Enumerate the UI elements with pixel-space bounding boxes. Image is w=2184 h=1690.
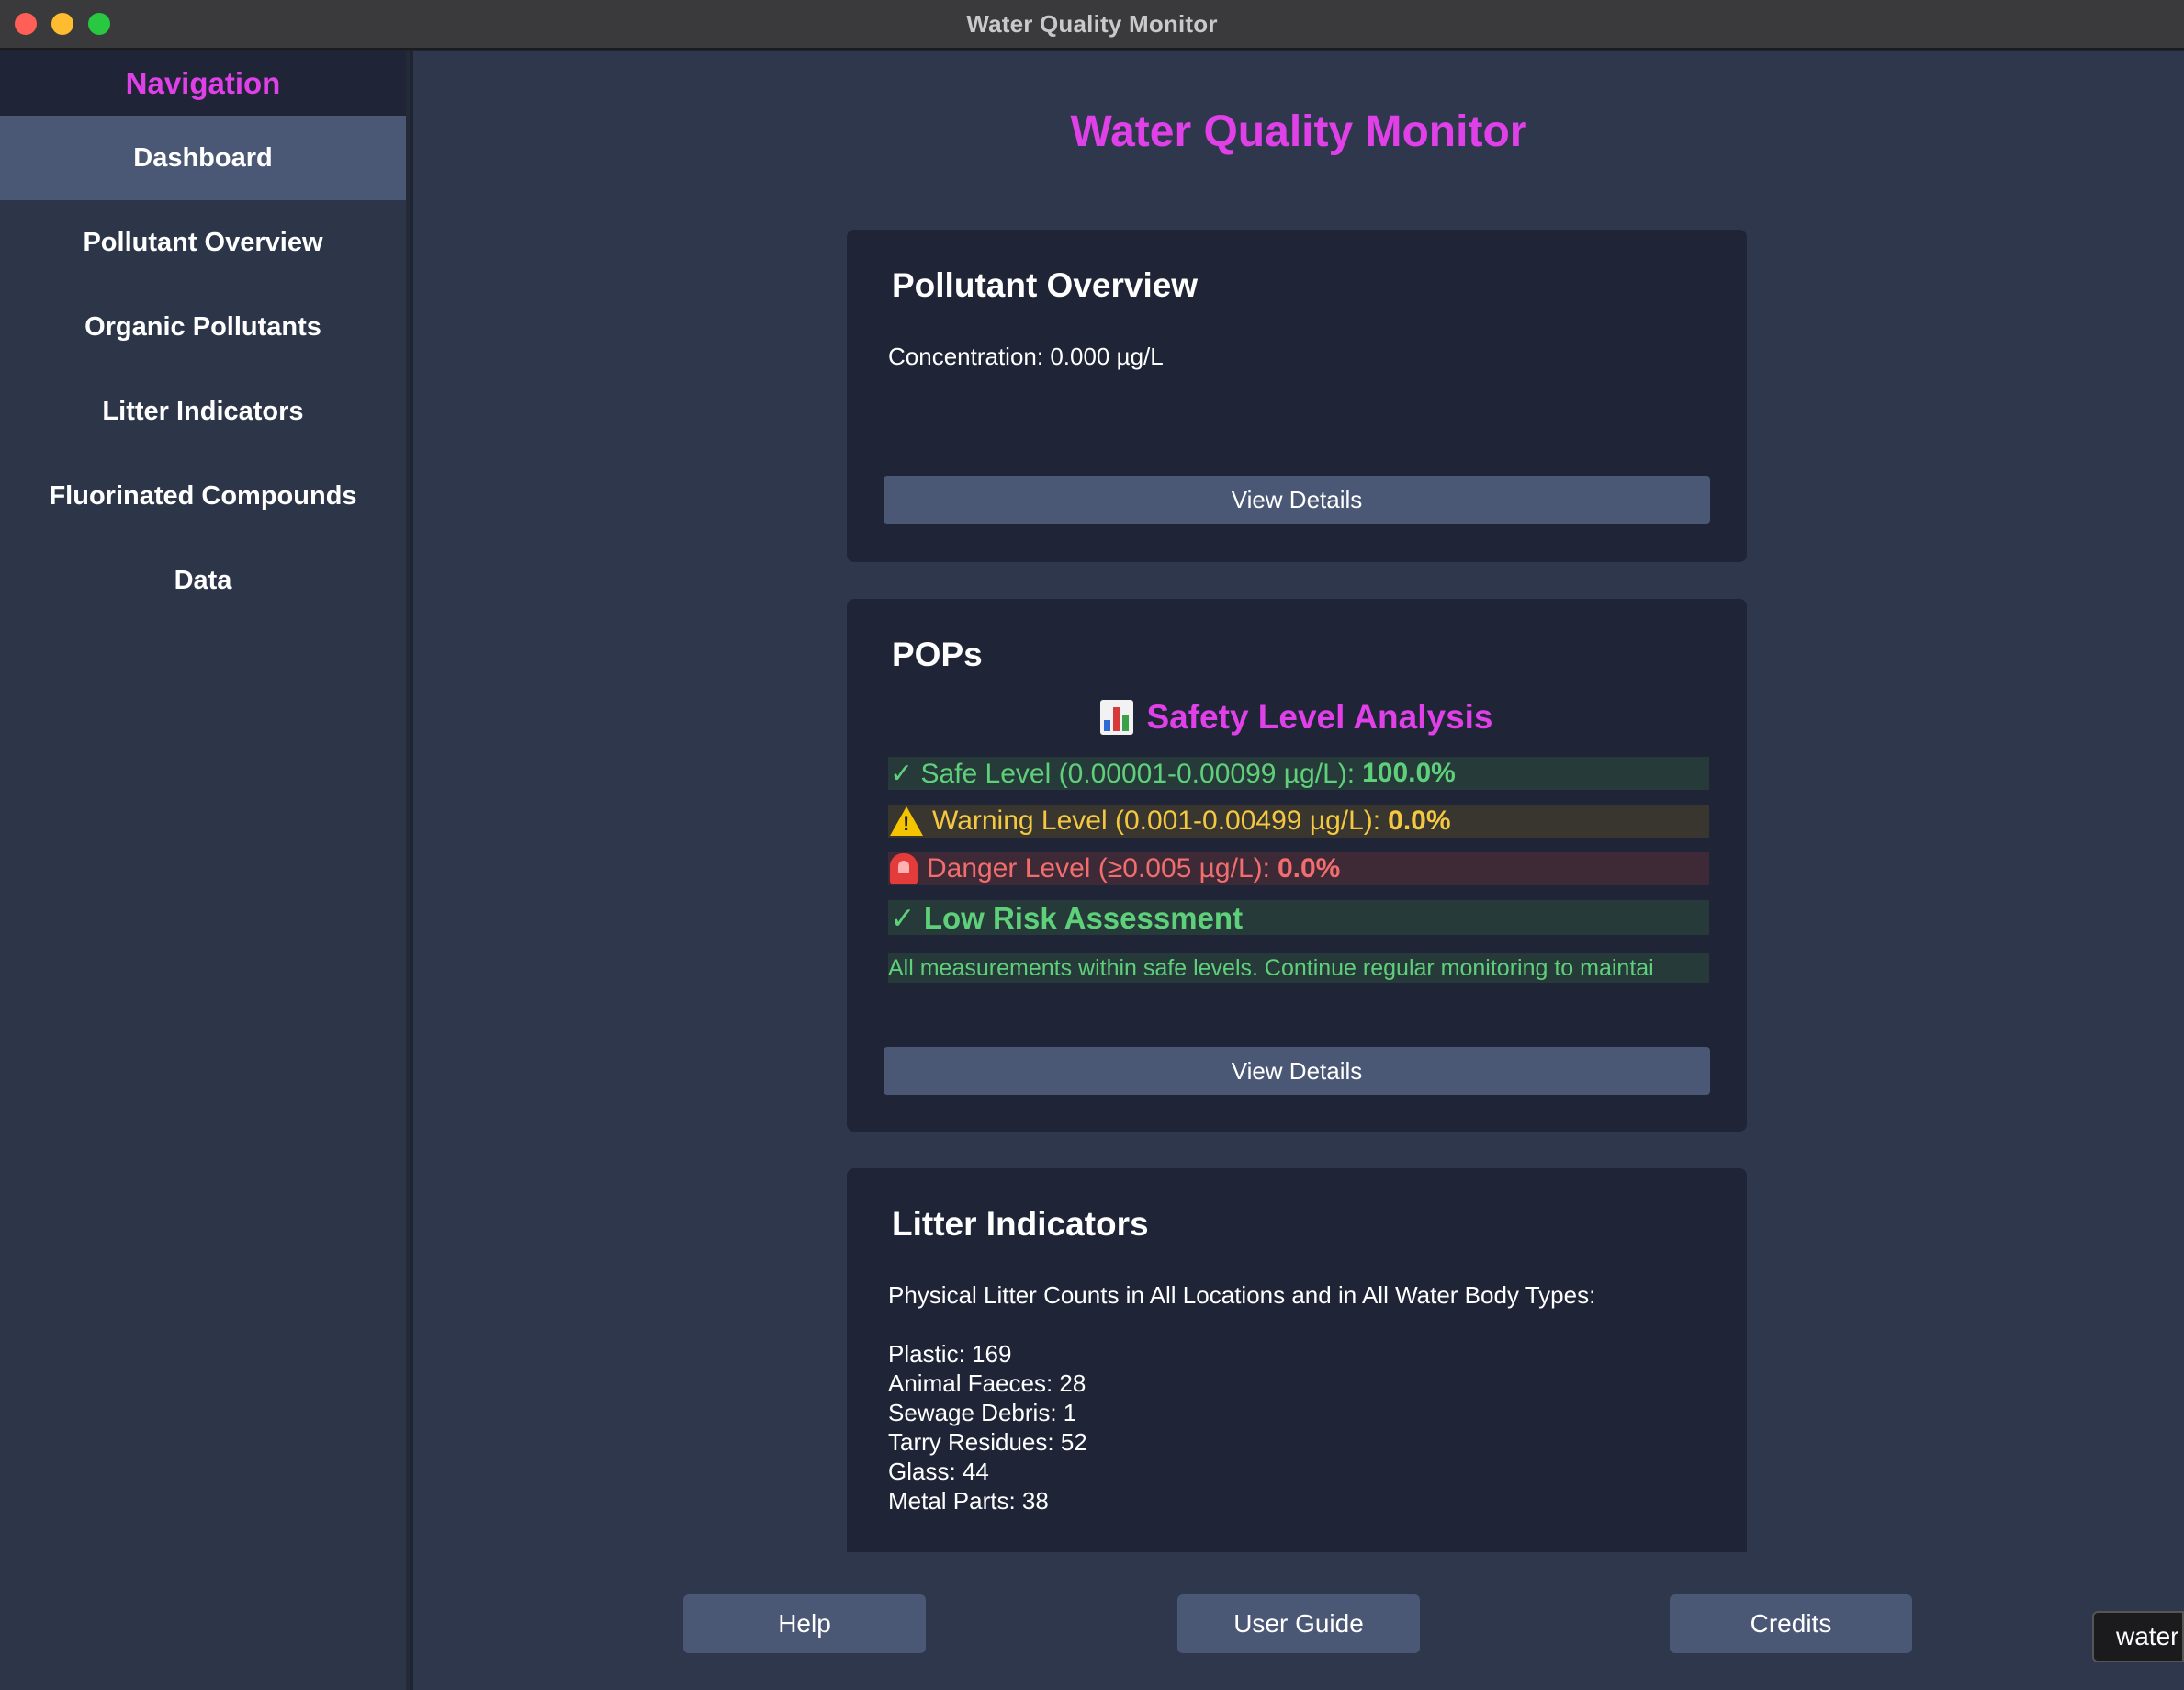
pollutant-overview-card: Pollutant Overview Concentration: 0.000 … — [847, 230, 1747, 562]
litter-item: Tarry Residues: 52 — [888, 1428, 1087, 1456]
main-content: Water Quality Monitor Pollutant Overview… — [413, 51, 2184, 1690]
litter-indicators-card: Litter Indicators Physical Litter Counts… — [847, 1168, 1747, 1552]
pops-card: POPs Safety Level Analysis ✓ Safe Level … — [847, 599, 1747, 1132]
close-window-button[interactable] — [15, 13, 37, 35]
danger-level-value: 0.0% — [1277, 853, 1341, 884]
risk-assessment-note: All measurements within safe levels. Con… — [888, 953, 1709, 983]
title-bar: Water Quality Monitor — [0, 0, 2184, 50]
bar-chart-icon — [1100, 700, 1134, 735]
nav-item-pollutant-overview[interactable]: Pollutant Overview — [0, 200, 406, 285]
nav-item-dashboard[interactable]: Dashboard — [0, 116, 406, 200]
nav-item-litter-indicators[interactable]: Litter Indicators — [0, 369, 406, 454]
litter-item: Sewage Debris: 1 — [888, 1399, 1077, 1426]
safety-analysis-label: Safety Level Analysis — [1146, 698, 1493, 736]
tooltip: water — [2092, 1611, 2184, 1662]
concentration-text: Concentration: 0.000 µg/L — [888, 343, 1164, 370]
warning-level-row: Warning Level (0.001-0.00499 µg/L): 0.0% — [888, 805, 1709, 838]
risk-assessment-title: ✓ Low Risk Assessment — [888, 900, 1709, 935]
warning-level-value: 0.0% — [1388, 806, 1451, 836]
help-button[interactable]: Help — [683, 1594, 926, 1653]
warning-level-label: Warning Level (0.001-0.00499 µg/L): — [932, 806, 1381, 836]
page-title: Water Quality Monitor — [1070, 107, 1527, 156]
safe-level-label: ✓ Safe Level (0.00001-0.00099 µg/L): — [890, 758, 1356, 789]
safety-analysis-title: Safety Level Analysis — [884, 698, 1710, 737]
litter-intro: Physical Litter Counts in All Locations … — [888, 1281, 1596, 1309]
window-controls — [15, 13, 110, 35]
nav-item-organic-pollutants[interactable]: Organic Pollutants — [0, 285, 406, 369]
maximize-window-button[interactable] — [88, 13, 110, 35]
window-title: Water Quality Monitor — [966, 9, 1218, 38]
user-guide-button[interactable]: User Guide — [1177, 1594, 1420, 1653]
nav-header: Navigation — [0, 51, 406, 116]
litter-list: Plastic: 169 Animal Faeces: 28 Sewage De… — [884, 1339, 1710, 1515]
safe-level-value: 100.0% — [1362, 758, 1456, 788]
nav-item-data[interactable]: Data — [0, 538, 406, 623]
danger-level-label: Danger Level (≥0.005 µg/L): — [927, 853, 1270, 884]
minimize-window-button[interactable] — [51, 13, 73, 35]
danger-level-row: Danger Level (≥0.005 µg/L): 0.0% — [888, 852, 1709, 885]
card-title: POPs — [892, 636, 983, 673]
litter-item: Metal Parts: 38 — [888, 1487, 1049, 1515]
litter-item: Animal Faeces: 28 — [888, 1369, 1086, 1397]
view-details-button[interactable]: View Details — [884, 1047, 1710, 1095]
warning-icon — [890, 806, 923, 836]
litter-item: Glass: 44 — [888, 1458, 989, 1485]
card-title: Litter Indicators — [892, 1205, 1149, 1243]
cards-scroll-area[interactable]: Pollutant Overview Concentration: 0.000 … — [847, 230, 1749, 1552]
safe-level-row: ✓ Safe Level (0.00001-0.00099 µg/L): 100… — [888, 757, 1709, 790]
siren-icon — [890, 853, 918, 884]
credits-button[interactable]: Credits — [1670, 1594, 1912, 1653]
litter-item: Plastic: 169 — [888, 1340, 1012, 1368]
card-title: Pollutant Overview — [892, 266, 1199, 304]
nav-item-fluorinated-compounds[interactable]: Fluorinated Compounds — [0, 454, 406, 538]
view-details-button[interactable]: View Details — [884, 476, 1710, 524]
sidebar: Navigation Dashboard Pollutant Overview … — [0, 51, 410, 1690]
